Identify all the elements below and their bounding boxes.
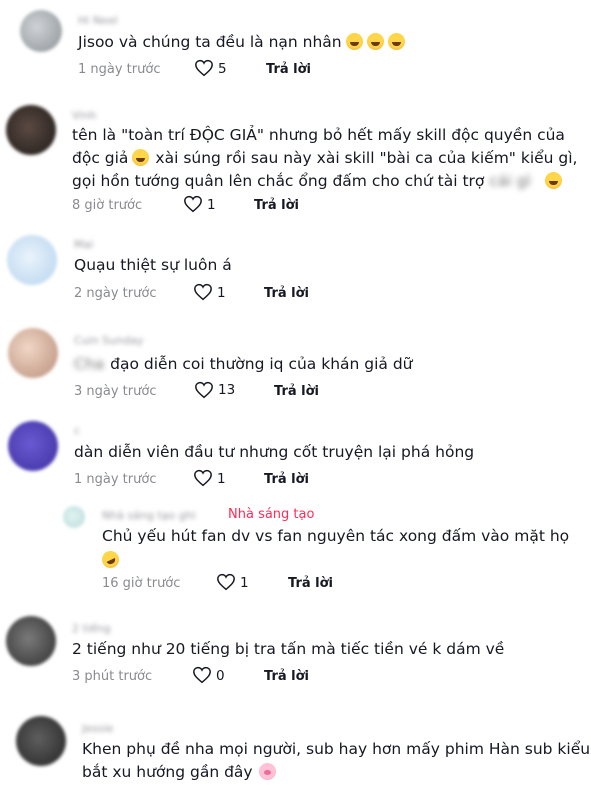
- comment-username[interactable]: c: [74, 424, 80, 437]
- comment-time: 2 ngày trước: [74, 286, 157, 301]
- comment-text: 2 tiếng như 20 tiếng bị tra tấn mà tiếc …: [72, 640, 505, 658]
- reply-button[interactable]: Trả lời: [264, 669, 309, 684]
- avatar[interactable]: [8, 328, 58, 378]
- laughing-emoji-icon: [345, 33, 363, 50]
- laughing-emoji-icon: [132, 149, 150, 166]
- comment-time: 8 giờ trước: [72, 198, 143, 213]
- laughing-emoji-icon: [544, 172, 562, 189]
- reply-time: 16 giờ trước: [102, 576, 181, 591]
- heart-icon[interactable]: [194, 381, 214, 399]
- comment-time: 1 ngày trước: [74, 472, 157, 487]
- avatar[interactable]: [7, 235, 57, 285]
- like-count: 13: [218, 382, 236, 398]
- like-count: 0: [216, 668, 225, 684]
- comment-text-line3: gọi hồn tướng quân lên chắc ổng đấm cho …: [72, 170, 562, 193]
- like-count: 1: [240, 575, 249, 591]
- creator-badge: Nhà sáng tạo: [228, 507, 315, 522]
- comment-time: 3 ngày trước: [74, 384, 157, 399]
- avatar[interactable]: [8, 421, 58, 471]
- avatar[interactable]: [6, 105, 56, 155]
- heart-icon[interactable]: [216, 573, 236, 591]
- heart-icon[interactable]: [193, 283, 213, 301]
- avatar[interactable]: [16, 716, 66, 766]
- comment-username[interactable]: Mai: [74, 238, 93, 251]
- reply-button[interactable]: Trả lời: [264, 472, 309, 487]
- laughing-emoji-icon: [387, 33, 405, 50]
- comment-text-line1: tên là "toàn trí ĐỘC GIẢ" nhưng bỏ hết m…: [72, 126, 565, 144]
- rofl-emoji-icon: [99, 548, 122, 571]
- comment-username[interactable]: 2 tiếng: [72, 622, 111, 635]
- laughing-emoji-icon: [366, 33, 384, 50]
- reply-button[interactable]: Trả lời: [264, 286, 309, 301]
- comment-text-line1: Khen phụ đề nha mọi người, sub hay hơn m…: [82, 740, 591, 758]
- like-count: 1: [207, 197, 216, 213]
- comment-text: Jisoo và chúng ta đều là nạn nhân: [78, 31, 405, 54]
- reply-username[interactable]: Nhà sáng tạo ghi: [102, 509, 196, 522]
- comment-username[interactable]: Vinh: [72, 109, 96, 122]
- comment-text-line2: độc giả xài súng rồi sau này xài skill "b…: [72, 149, 578, 167]
- reply-button[interactable]: Trả lời: [288, 576, 333, 591]
- heart-icon[interactable]: [194, 59, 214, 77]
- avatar[interactable]: [63, 506, 85, 528]
- heart-icon[interactable]: [193, 469, 213, 487]
- like-count: 1: [217, 285, 226, 301]
- avatar[interactable]: [6, 616, 56, 666]
- pig-emoji-icon: [258, 763, 276, 780]
- comment-username[interactable]: Cuin Sunday: [74, 334, 143, 347]
- reply-text: Chủ yếu hút fan dv vs fan nguyên tác xon…: [102, 527, 570, 545]
- comment-username[interactable]: Hi Neel: [78, 14, 118, 27]
- reply-button[interactable]: Trả lời: [254, 198, 299, 213]
- comment-text-line2: bắt xu hướng gần đây: [82, 761, 276, 784]
- reply-button[interactable]: Trả lời: [266, 62, 311, 77]
- heart-icon[interactable]: [192, 666, 212, 684]
- comment-text: Quạu thiệt sự luôn á: [74, 256, 232, 274]
- heart-icon[interactable]: [183, 195, 203, 213]
- comment-time: 3 phút trước: [72, 669, 153, 684]
- like-count: 5: [218, 61, 227, 77]
- like-count: 1: [217, 471, 226, 487]
- comment-username[interactable]: Jessie: [82, 722, 113, 735]
- comment-text: Cha đạo diễn coi thường iq của khán giả d…: [74, 355, 413, 373]
- comment-time: 1 ngày trước: [78, 62, 161, 77]
- comment-text: dàn diễn viên đầu tư nhưng cốt truyện lạ…: [74, 443, 475, 461]
- reply-button[interactable]: Trả lời: [274, 384, 319, 399]
- avatar[interactable]: [20, 10, 62, 52]
